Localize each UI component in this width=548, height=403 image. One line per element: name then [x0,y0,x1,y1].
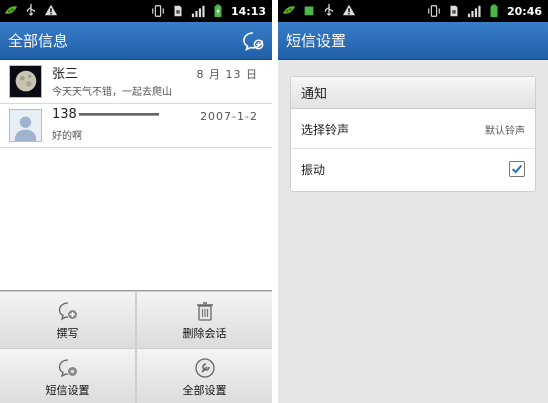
signal-icon [191,5,205,18]
warning-icon [44,4,58,16]
redaction-mark [78,113,159,116]
signal-icon [467,5,481,18]
page-title: 短信设置 [286,32,347,50]
all-settings-label: 全部设置 [182,384,227,397]
pea-app-icon [4,6,18,14]
page-title: 全部信息 [8,32,69,50]
vibrate-icon [428,5,440,17]
sms-settings-menu-item[interactable]: 短信设置 [0,349,135,403]
ringtone-value: 默认铃声 [485,126,525,137]
trash-icon [196,302,213,321]
messages-screen: 14:13 全部信息 张三 今天天气不错，一起去爬山 8 月 13 日 138 … [0,0,272,403]
storage-icon [304,6,314,16]
notification-settings-card: 通知 选择铃声 默认铃声 振动 [290,76,536,192]
message-snippet: 好的啊 [52,131,82,142]
usb-icon [26,3,36,16]
options-menu: 撰写 删除会话 短信设置 全部设置 [0,290,272,403]
moon-avatar [9,65,42,98]
ringtone-setting-row[interactable]: 选择铃声 默认铃声 [291,109,535,149]
message-date: 2007-1-2 [200,110,258,123]
ringtone-label: 选择铃声 [301,123,350,137]
sim-icon [450,5,458,17]
title-bar: 全部信息 [0,22,272,60]
compose-label: 撰写 [56,327,79,340]
message-date: 8 月 13 日 [196,68,258,81]
status-bar: 20:46 [278,0,548,22]
vibrate-setting-row[interactable]: 振动 [291,149,535,191]
clock-text: 20:46 [506,4,542,18]
contact-number: 138 [52,107,159,122]
conversation-item[interactable]: 张三 今天天气不错，一起去爬山 8 月 13 日 [0,60,272,104]
battery-icon [490,4,498,18]
usb-icon [324,3,334,16]
vibrate-label: 振动 [301,163,326,177]
warning-icon [342,4,356,16]
conversation-item[interactable]: 138 好的啊 2007-1-2 [0,104,272,148]
sms-settings-screen: 20:46 短信设置 通知 选择铃声 默认铃声 振动 [278,0,548,403]
sms-settings-label: 短信设置 [45,384,90,397]
title-bar: 短信设置 [278,22,548,60]
delete-conversation-label: 删除会话 [182,327,227,340]
vibrate-icon [152,5,164,17]
all-settings-menu-item[interactable]: 全部设置 [137,349,272,403]
sms-settings-icon [58,359,77,378]
checkmark-icon [511,164,523,174]
contact-name: 张三 [52,67,79,82]
pea-app-icon [282,6,296,14]
compose-icon [58,302,77,321]
battery-charging-icon [214,4,222,18]
vibrate-checkbox[interactable] [509,161,525,177]
delete-conversation-menu-item[interactable]: 删除会话 [137,292,272,348]
sim-icon [174,5,182,17]
wrench-settings-icon [194,358,215,378]
default-contact-avatar [9,109,42,142]
compose-menu-item[interactable]: 撰写 [0,292,135,348]
new-message-icon[interactable] [242,30,264,52]
section-header: 通知 [291,77,535,109]
clock-text: 14:13 [230,4,266,18]
status-bar: 14:13 [0,0,272,22]
message-snippet: 今天天气不错，一起去爬山 [52,87,172,98]
